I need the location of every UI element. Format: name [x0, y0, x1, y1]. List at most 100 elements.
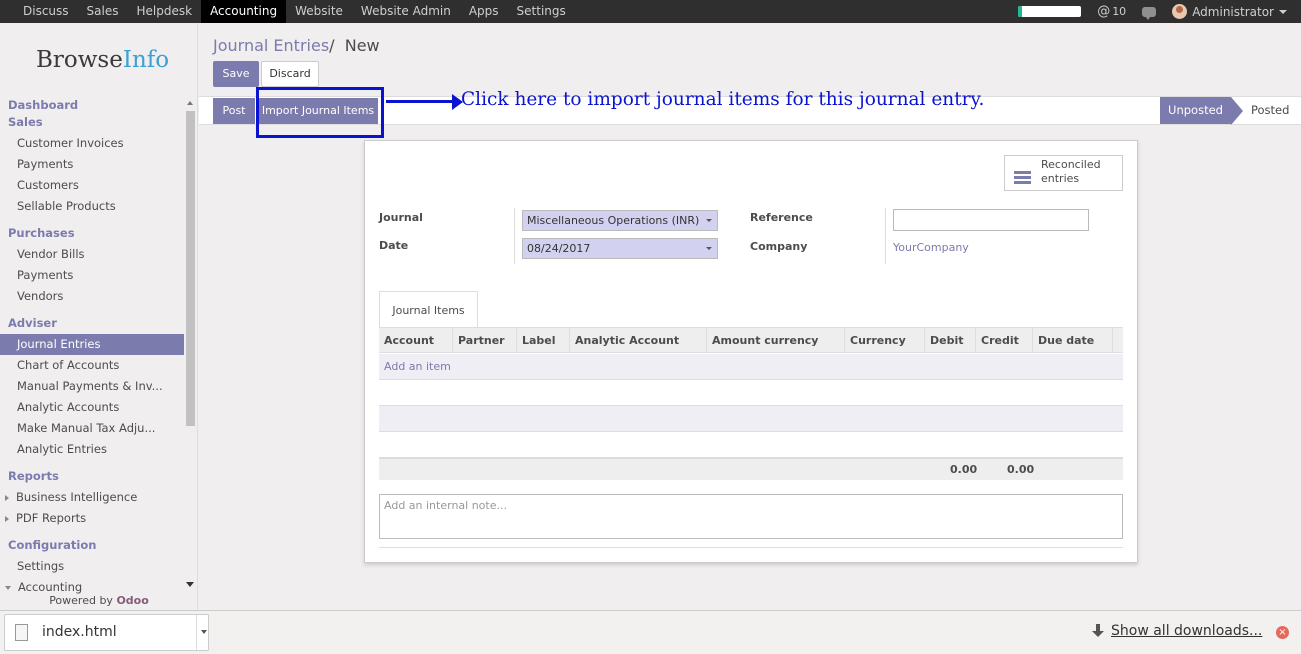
sidebar-item-pdf-reports[interactable]: PDF Reports [0, 508, 184, 529]
menu-apps[interactable]: Apps [460, 0, 508, 23]
sidebar: BrowseInfo Dashboard Sales Customer Invo… [0, 23, 198, 610]
chevron-right-icon [5, 515, 9, 522]
table-row [379, 432, 1123, 458]
sidebar-section-adviser: Adviser [8, 316, 57, 330]
menu-website[interactable]: Website [286, 0, 352, 23]
date-field[interactable]: 08/24/2017 [522, 238, 718, 259]
col-amount-currency[interactable]: Amount currency [707, 328, 845, 353]
scroll-down-icon[interactable] [186, 582, 194, 587]
total-credit: 0.00 [1007, 463, 1035, 476]
sidebar-item-label: Business Intelligence [16, 490, 138, 504]
annotation-highlight-box [256, 87, 384, 138]
progress-bar[interactable] [1018, 6, 1082, 17]
download-item[interactable]: index.html [4, 614, 209, 651]
show-all-downloads-link[interactable]: Show all downloads... [1092, 623, 1262, 639]
total-debit: 0.00 [950, 463, 978, 476]
company-link[interactable]: YourCompany [893, 241, 969, 254]
field-separator [885, 208, 886, 264]
sidebar-item-dashboard[interactable]: Dashboard [0, 97, 184, 114]
reconciled-entries-button[interactable]: Reconciled entries [1004, 155, 1123, 191]
sidebar-item-customers[interactable]: Customers [0, 175, 184, 196]
col-currency[interactable]: Currency [845, 328, 925, 353]
sidebar-item-manual-tax-adjustment[interactable]: Make Manual Tax Adju... [0, 418, 184, 439]
menu-sales[interactable]: Sales [78, 0, 128, 23]
col-debit[interactable]: Debit [925, 328, 976, 353]
download-file-name: index.html [42, 624, 117, 640]
at-icon: @ [1097, 4, 1111, 19]
close-icon[interactable]: × [1276, 626, 1289, 639]
menu-discuss[interactable]: Discuss [14, 0, 78, 23]
mentions-button[interactable]: @ 10 [1097, 4, 1126, 19]
status-unposted[interactable]: Unposted [1160, 97, 1243, 125]
journal-select[interactable]: Miscellaneous Operations (INR) [522, 210, 718, 231]
chevron-down-icon[interactable] [201, 630, 207, 634]
breadcrumb: Journal Entries/ New [213, 36, 380, 55]
browseinfo-logo: BrowseInfo [36, 47, 169, 73]
sidebar-item-payments[interactable]: Payments [0, 154, 184, 175]
col-label[interactable]: Label [517, 328, 570, 353]
scroll-up-icon[interactable] [187, 101, 193, 105]
date-label: Date [379, 239, 409, 252]
note-divider [379, 547, 1123, 548]
internal-note-textarea[interactable]: Add an internal note... [379, 494, 1123, 539]
menu-helpdesk[interactable]: Helpdesk [128, 0, 202, 23]
breadcrumb-journal-entries[interactable]: Journal Entries [213, 36, 329, 55]
status-posted[interactable]: Posted [1251, 97, 1291, 124]
sidebar-item-business-intelligence[interactable]: Business Intelligence [0, 487, 184, 508]
chat-icon[interactable] [1142, 6, 1157, 20]
col-partner[interactable]: Partner [453, 328, 517, 353]
table-row: Add an item [379, 354, 1123, 380]
user-menu[interactable]: Administrator [1172, 4, 1287, 19]
breadcrumb-current: New [344, 36, 380, 55]
breadcrumb-separator: / [329, 36, 335, 55]
sidebar-item-manual-payments[interactable]: Manual Payments & Inv... [0, 376, 184, 397]
post-button[interactable]: Post [213, 98, 255, 124]
odoo-link[interactable]: Odoo [116, 594, 148, 607]
menu-accounting[interactable]: Accounting [201, 0, 287, 23]
sidebar-item-chart-of-accounts[interactable]: Chart of Accounts [0, 355, 184, 376]
menu-website-admin[interactable]: Website Admin [352, 0, 460, 23]
powered-by: Powered by Odoo [0, 594, 198, 607]
powered-by-text: Powered by [49, 594, 113, 607]
annotation-arrow-line [386, 100, 454, 103]
save-button[interactable]: Save [213, 61, 259, 87]
top-navbar: Discuss Sales Helpdesk Accounting Websit… [0, 0, 1301, 23]
avatar [1172, 4, 1188, 19]
sidebar-item-analytic-accounts[interactable]: Analytic Accounts [0, 397, 184, 418]
user-name: Administrator [1192, 4, 1274, 19]
mentions-count: 10 [1112, 5, 1127, 18]
reference-input[interactable] [893, 209, 1089, 231]
sidebar-item-journal-entries[interactable]: Journal Entries [0, 334, 184, 355]
progress-fill [1018, 6, 1022, 17]
table-row [379, 380, 1123, 406]
col-due-date[interactable]: Due date [1033, 328, 1113, 353]
list-icon [1014, 171, 1031, 185]
tab-journal-items[interactable]: Journal Items [379, 291, 478, 328]
sidebar-section-reports: Reports [8, 469, 59, 483]
menu-settings[interactable]: Settings [508, 0, 575, 23]
table-footer-totals: 0.00 0.00 [379, 458, 1123, 480]
col-analytic-account[interactable]: Analytic Account [570, 328, 707, 353]
reconciled-line2: entries [1041, 172, 1080, 185]
sidebar-menu: Dashboard Sales Customer Invoices Paymen… [0, 97, 184, 598]
add-item-link[interactable]: Add an item [384, 354, 451, 380]
col-account[interactable]: Account [379, 328, 453, 353]
sidebar-item-vendors[interactable]: Vendors [0, 286, 184, 307]
sidebar-item-analytic-entries[interactable]: Analytic Entries [0, 439, 184, 460]
sidebar-scrollbar-thumb[interactable] [186, 111, 195, 426]
logo-text-browse: Browse [36, 47, 123, 73]
table-row [379, 406, 1123, 432]
sidebar-item-customer-invoices[interactable]: Customer Invoices [0, 133, 184, 154]
col-credit[interactable]: Credit [976, 328, 1033, 353]
downloads-bar: index.html Show all downloads... × [0, 610, 1301, 654]
discard-button[interactable]: Discard [261, 61, 319, 87]
form-sheet: Reconciled entries Journal Date Miscellan… [364, 140, 1138, 563]
sidebar-item-settings[interactable]: Settings [0, 556, 184, 577]
sidebar-item-vendor-bills[interactable]: Vendor Bills [0, 244, 184, 265]
field-separator [514, 208, 515, 264]
table-header: Account Partner Label Analytic Account A… [379, 328, 1123, 353]
sidebar-item-sellable-products[interactable]: Sellable Products [0, 196, 184, 217]
sidebar-section-purchases: Purchases [8, 226, 75, 240]
sidebar-item-label: PDF Reports [16, 511, 87, 525]
sidebar-item-vendor-payments[interactable]: Payments [0, 265, 184, 286]
